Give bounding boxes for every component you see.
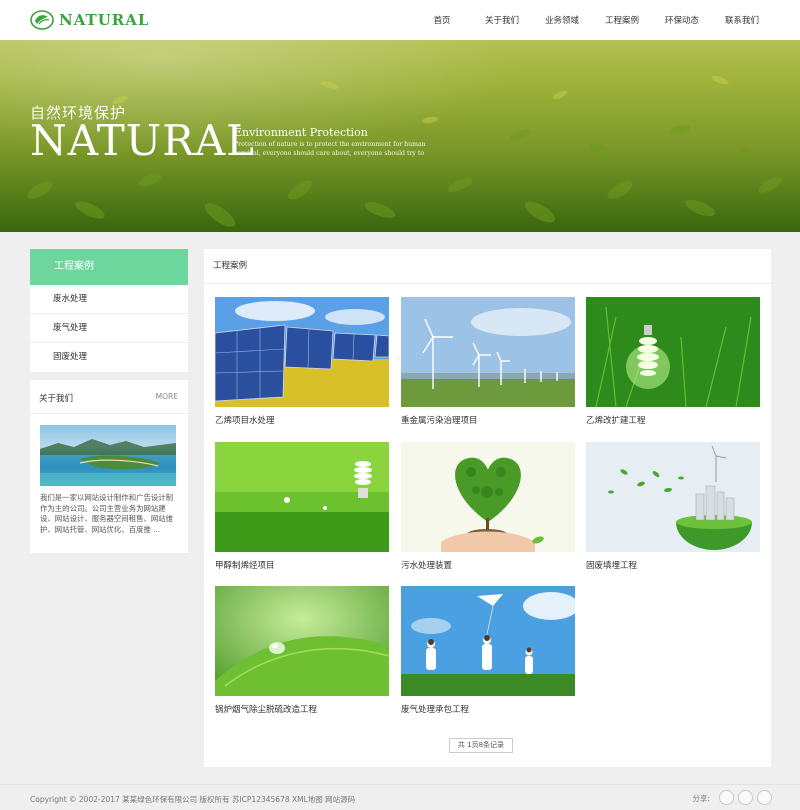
case-image-eco-globe[interactable] [586, 442, 760, 552]
qzone-share-icon[interactable] [738, 790, 753, 805]
nav-about[interactable]: 关于我们 [472, 14, 532, 26]
case-card[interactable]: 甲醇制烯烃项目 [215, 442, 389, 571]
case-card[interactable]: 废气处理承包工程 [401, 586, 575, 715]
case-label[interactable]: 重金属污染治理项目 [401, 414, 575, 426]
share-label: 分享: [692, 794, 710, 803]
case-card[interactable]: 污水处理装置 [401, 442, 575, 571]
sidebar-item-wastewater[interactable]: 废水处理 [30, 285, 188, 314]
sidebar-title[interactable]: 工程案例 [30, 249, 188, 285]
share-icons [715, 790, 772, 805]
case-label[interactable]: 锅炉烟气除尘脱硫改造工程 [215, 703, 389, 715]
case-card[interactable]: 乙烯改扩建工程 [586, 297, 760, 426]
weibo-share-icon[interactable] [719, 790, 734, 805]
case-label[interactable]: 污水处理装置 [401, 559, 575, 571]
about-box: 关于我们 MORE 我们是一家以网站设计制作和广告设计制作为主的公司。公司主营业… [30, 380, 188, 553]
copyright-text: Copyright © 2002-2017 某某绿色环保有限公司 版权所有 苏I… [30, 795, 356, 804]
main-nav: 首页 关于我们 业务领域 工程案例 环保动态 联系我们 [412, 0, 772, 40]
about-description: 我们是一家以网站设计制作和广告设计制作为主的公司。公司主营业务为网站建设、网站设… [40, 493, 174, 534]
case-image-leaf-drop[interactable] [215, 586, 389, 696]
case-label[interactable]: 废气处理承包工程 [401, 703, 575, 715]
case-label[interactable]: 固废填埋工程 [586, 559, 760, 571]
case-card[interactable]: 重金属污染治理项目 [401, 297, 575, 426]
banner-en-title: Environment Protection [234, 126, 368, 139]
case-image-bulb-lawn[interactable] [215, 442, 389, 552]
hero-banner: 自然环境保护 NATURAL Environment Protection Pr… [0, 40, 800, 232]
site-footer: Copyright © 2002-2017 某某绿色环保有限公司 版权所有 苏I… [0, 784, 800, 810]
pagination-info[interactable]: 共 1页8条记录 [449, 738, 513, 753]
case-label[interactable]: 甲醇制烯烃项目 [215, 559, 389, 571]
cases-panel: 工程案例 乙烯项目水处理 重金属污染治理项目 乙烯改扩建工程 甲醇制烯烃项目 污… [204, 249, 771, 767]
nav-business[interactable]: 业务领域 [532, 14, 592, 26]
sidebar-item-waste-gas[interactable]: 废气处理 [30, 314, 188, 343]
sidebar-menu: 工程案例 废水处理 废气处理 固废处理 [30, 249, 188, 372]
nav-contact[interactable]: 联系我们 [712, 14, 772, 26]
case-card[interactable]: 固废填埋工程 [586, 442, 760, 571]
nav-news[interactable]: 环保动态 [652, 14, 712, 26]
case-card[interactable]: 乙烯项目水处理 [215, 297, 389, 426]
banner-big-title: NATURAL [30, 116, 256, 165]
sidebar-item-solid-waste[interactable]: 固废处理 [30, 343, 188, 372]
case-card[interactable]: 锅炉烟气除尘脱硫改造工程 [215, 586, 389, 715]
about-header: 关于我们 MORE [30, 380, 188, 414]
site-header: NATURAL 首页 关于我们 业务领域 工程案例 环保动态 联系我们 [0, 0, 800, 40]
about-title: 关于我们 [39, 394, 74, 404]
about-more-link[interactable]: MORE [156, 392, 178, 401]
case-label[interactable]: 乙烯改扩建工程 [586, 414, 760, 426]
case-image-solar[interactable] [215, 297, 389, 407]
cases-title: 工程案例 [204, 249, 771, 284]
leaf-logo-icon [30, 9, 54, 31]
nav-cases[interactable]: 工程案例 [592, 14, 652, 26]
logo[interactable]: NATURAL [30, 8, 149, 32]
case-image-heart-tree[interactable] [401, 442, 575, 552]
logo-text: NATURAL [59, 11, 150, 29]
case-label[interactable]: 乙烯项目水处理 [215, 414, 389, 426]
case-image-wind[interactable] [401, 297, 575, 407]
banner-en-subtitle: Protection of nature is to protect the e… [234, 141, 426, 157]
about-island-image[interactable] [40, 425, 176, 486]
case-image-kites[interactable] [401, 586, 575, 696]
case-image-bulb-grass[interactable] [586, 297, 760, 407]
tencent-share-icon[interactable] [757, 790, 772, 805]
nav-home[interactable]: 首页 [412, 14, 472, 26]
